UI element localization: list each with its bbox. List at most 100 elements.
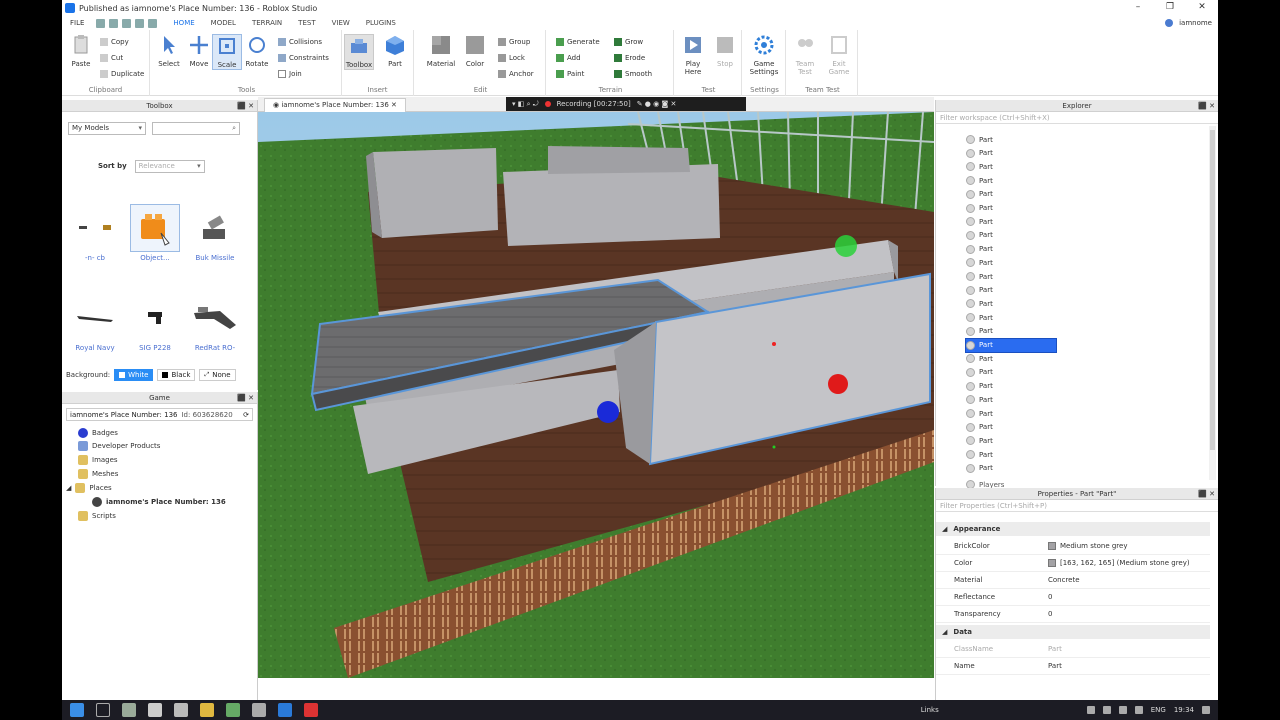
place-selector[interactable]: iamnome's Place Number: 136 Id: 60362862… (66, 408, 253, 421)
taskbar-app-icon[interactable] (148, 703, 162, 717)
redo-icon[interactable] (135, 18, 145, 28)
prop-row-brickcolor[interactable]: BrickColor Medium stone grey (936, 538, 1210, 555)
collapse-arrow-icon[interactable]: ◢ (66, 484, 71, 492)
grow-button[interactable]: Grow (614, 36, 643, 47)
explorer-panel-controls[interactable]: ⬛ ✕ (1198, 100, 1215, 112)
group-button[interactable]: Group (498, 36, 530, 47)
file-explorer-icon[interactable] (200, 703, 214, 717)
team-test-button[interactable]: Team Test (790, 34, 820, 76)
new-file-icon[interactable] (96, 18, 106, 28)
properties-filter-input[interactable]: Filter Properties (Ctrl+Shift+P) (936, 500, 1218, 512)
tree-item-part[interactable]: Part (966, 325, 1056, 338)
tab-model[interactable]: MODEL (203, 16, 244, 30)
minimize-button[interactable]: – (1122, 0, 1154, 16)
sort-select[interactable]: Relevance ▾ (134, 159, 205, 173)
tree-item-part[interactable]: Part (966, 243, 1056, 256)
exit-game-button[interactable]: Exit Game (824, 34, 854, 76)
scale-tool-button[interactable]: Scale (212, 34, 242, 70)
tree-item-part[interactable]: Part (966, 352, 1056, 365)
tree-item-part[interactable]: Part (966, 160, 1056, 173)
play-here-button[interactable]: Play Here (678, 34, 708, 76)
tree-item-part[interactable]: Part (966, 174, 1056, 187)
explorer-filter-input[interactable]: Filter workspace (Ctrl+Shift+X) (936, 112, 1218, 124)
toolbox-search-input[interactable]: ⌕ (152, 121, 240, 135)
recorder-tools-icon[interactable]: ✎ ● ◉ ◙ ✕ (637, 100, 677, 108)
tree-item-part[interactable]: Part (966, 147, 1056, 160)
copy-button[interactable]: Copy (100, 36, 129, 47)
tree-item-scripts[interactable]: Scripts (78, 509, 116, 522)
paint-terrain-button[interactable]: Paint (556, 68, 584, 79)
network-icon[interactable] (1118, 706, 1127, 714)
model-item-sig-p228[interactable]: SIG P228 (126, 294, 184, 352)
notifications-icon[interactable] (1202, 706, 1210, 714)
select-tool-button[interactable]: Select (154, 34, 184, 68)
tab-file[interactable]: FILE (62, 16, 93, 30)
tab-view[interactable]: VIEW (324, 16, 358, 30)
explorer-scrollbar[interactable] (1209, 126, 1216, 480)
tab-close-icon[interactable]: ✕ (389, 101, 397, 109)
material-button[interactable]: Material (426, 34, 456, 68)
prop-row-transparency[interactable]: Transparency 0 (936, 606, 1210, 623)
tree-item-part[interactable]: Part (966, 229, 1056, 242)
windows-start-icon[interactable] (70, 703, 84, 717)
tab-home[interactable]: HOME (165, 16, 202, 30)
tree-item-part[interactable]: Part (966, 407, 1056, 420)
save-icon[interactable] (109, 18, 119, 28)
user-avatar-icon[interactable] (1165, 19, 1174, 27)
duplicate-button[interactable]: Duplicate (100, 68, 144, 79)
paste-button[interactable]: Paste (66, 34, 96, 68)
smooth-button[interactable]: Smooth (614, 68, 652, 79)
tree-item-meshes[interactable]: Meshes (78, 467, 118, 480)
prop-row-name[interactable]: Name Part (936, 658, 1210, 675)
task-view-icon[interactable] (96, 703, 110, 717)
tree-item-part[interactable]: Part (966, 202, 1056, 215)
category-select[interactable]: My Models ▾ (68, 121, 146, 135)
username[interactable]: iamnome (1179, 16, 1212, 30)
tree-item-part[interactable]: Part (966, 380, 1056, 393)
taskbar-app-icon[interactable] (226, 703, 240, 717)
move-tool-button[interactable]: Move (184, 34, 214, 68)
model-item-object[interactable]: Object... (126, 204, 184, 262)
taskbar-app-icon[interactable] (174, 703, 188, 717)
model-item-cb[interactable]: -n- cb (66, 204, 124, 262)
tree-item-part[interactable]: Part (966, 434, 1056, 447)
tree-item-part[interactable]: Part (966, 421, 1056, 434)
tree-item-part[interactable]: Part (966, 270, 1056, 283)
language-indicator[interactable]: ENG (1151, 706, 1166, 714)
section-appearance[interactable]: ◢ Appearance (936, 522, 1210, 536)
cut-button[interactable]: Cut (100, 52, 123, 63)
bg-option-none[interactable]: ⤢ None (199, 369, 236, 381)
tree-item-part[interactable]: Part (966, 366, 1056, 379)
close-button[interactable]: ✕ (1186, 0, 1218, 16)
model-item-redrat[interactable]: RedRat RO- (186, 294, 244, 352)
tray-icon[interactable] (1102, 706, 1111, 714)
prop-row-reflectance[interactable]: Reflectance 0 (936, 589, 1210, 606)
volume-icon[interactable] (1134, 706, 1143, 714)
tree-item-part[interactable]: Part (966, 188, 1056, 201)
taskbar-app-icon[interactable] (252, 703, 266, 717)
lock-button[interactable]: Lock (498, 52, 525, 63)
layout-icon[interactable] (148, 18, 158, 28)
prop-row-color[interactable]: Color [163, 162, 165] (Medium stone grey) (936, 555, 1210, 572)
3d-viewport[interactable] (258, 112, 934, 678)
bg-option-white[interactable]: White (114, 369, 154, 381)
toolbox-button[interactable]: Toolbox (344, 34, 374, 70)
stop-button[interactable]: Stop (710, 34, 740, 68)
prop-row-material[interactable]: Material Concrete (936, 572, 1210, 589)
tab-terrain[interactable]: TERRAIN (244, 16, 290, 30)
model-item-royal-navy[interactable]: Royal Navy (66, 294, 124, 352)
game-panel-controls[interactable]: ⬛ ✕ (237, 392, 254, 404)
tree-item-developer-products[interactable]: Developer Products (78, 439, 160, 452)
refresh-icon[interactable]: ⟳ (243, 411, 249, 419)
erode-button[interactable]: Erode (614, 52, 645, 63)
add-terrain-button[interactable]: Add (556, 52, 581, 63)
tree-item-part[interactable]: Part (966, 462, 1056, 475)
tree-item-part[interactable]: Part (966, 311, 1056, 324)
collisions-toggle[interactable]: Collisions (278, 36, 322, 47)
toolbox-panel-controls[interactable]: ⬛ ✕ (237, 100, 254, 112)
rotate-tool-button[interactable]: Rotate (242, 34, 272, 68)
tree-item-part[interactable]: Part (966, 133, 1056, 146)
tree-item-badges[interactable]: Badges (78, 426, 118, 439)
tree-item-part[interactable]: Part (966, 215, 1056, 228)
tab-plugins[interactable]: PLUGINS (358, 16, 404, 30)
